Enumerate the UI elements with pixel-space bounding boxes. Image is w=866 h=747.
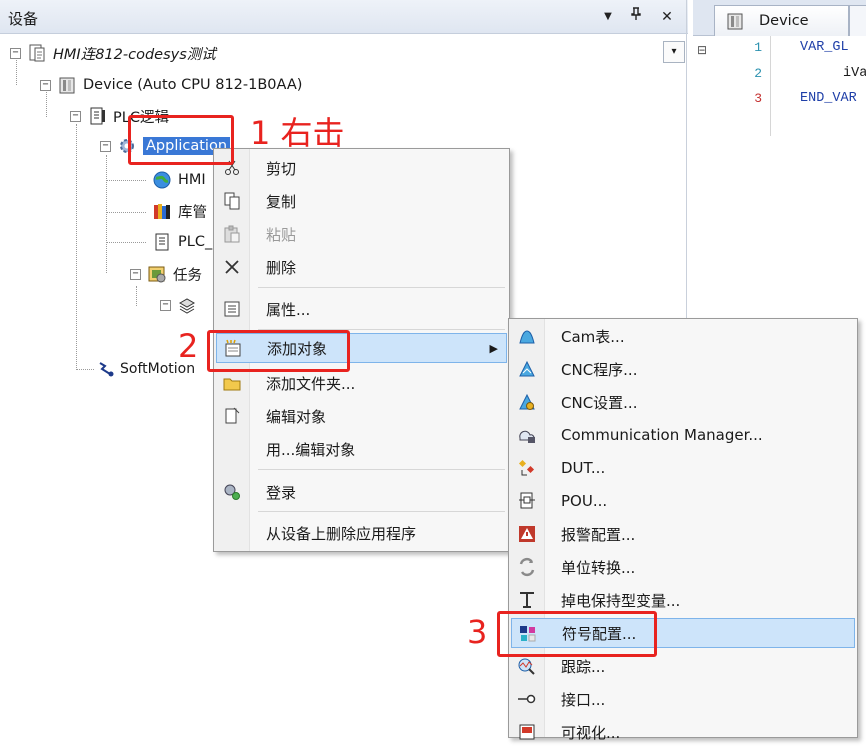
submenu-item-communication-manager[interactable]: Communication Manager... bbox=[511, 420, 855, 450]
submenu-item-dut[interactable]: DUT... bbox=[511, 453, 855, 483]
tree-item-hmi[interactable]: HMI bbox=[152, 167, 206, 193]
library-label: 库管 bbox=[178, 204, 207, 221]
submenu-arrow-icon: ▶ bbox=[489, 342, 498, 355]
plc-logic-icon bbox=[87, 106, 107, 126]
submenu-item-cam-table[interactable]: Cam表... bbox=[511, 321, 855, 351]
submenu-item-alarm-config[interactable]: 报警配置... bbox=[511, 519, 855, 549]
code-line: VAR_GL bbox=[800, 40, 849, 55]
tasks-label: 任务 bbox=[173, 267, 202, 284]
globe-icon bbox=[152, 170, 172, 190]
tree-item-plc-prg[interactable]: PLC_ bbox=[152, 229, 212, 255]
persistent-vars-icon bbox=[517, 590, 537, 610]
plc-device-icon bbox=[725, 11, 745, 31]
tree-item-task[interactable]: − bbox=[160, 292, 203, 318]
code-line: iVa bbox=[843, 66, 866, 81]
submenu-item-unit-conversion[interactable]: 单位转换... bbox=[511, 552, 855, 582]
pane-title: 设备 bbox=[8, 10, 39, 28]
tree-item-library-manager[interactable]: 库管 bbox=[152, 198, 207, 224]
annotation-step-2: 2 bbox=[178, 327, 199, 365]
submenu-item-pou[interactable]: POU... bbox=[511, 486, 855, 516]
fold-toggle-icon[interactable]: ⊟ bbox=[697, 43, 707, 57]
task-config-icon bbox=[147, 264, 167, 284]
pane-dropdown-icon[interactable]: ▼ bbox=[598, 7, 618, 27]
annotation-step-3: 3 bbox=[467, 613, 488, 651]
tree-item-device[interactable]: − Device (Auto CPU 812-1B0AA) bbox=[40, 72, 302, 98]
project-label: HMI连812-codesys测试 bbox=[53, 46, 216, 63]
hmi-label: HMI bbox=[178, 172, 206, 188]
edit-object-icon bbox=[222, 406, 242, 426]
submenu-item-cnc-program[interactable]: CNC程序... bbox=[511, 354, 855, 384]
communication-manager-icon bbox=[517, 425, 537, 445]
tab-device[interactable]: Device bbox=[714, 5, 849, 36]
library-books-icon bbox=[152, 201, 172, 221]
pou-icon bbox=[517, 491, 537, 511]
alarm-config-icon bbox=[517, 524, 537, 544]
interface-icon bbox=[517, 689, 537, 709]
task-stack-icon bbox=[177, 295, 197, 315]
tree-dropdown-button[interactable]: ▾ bbox=[663, 41, 685, 63]
tree-item-project[interactable]: − HMI连812-codesys测试 bbox=[10, 40, 216, 66]
softmotion-icon bbox=[96, 359, 116, 379]
tree-item-tasks[interactable]: − 任务 bbox=[130, 261, 202, 287]
collapse-toggle-icon[interactable]: − bbox=[100, 140, 111, 152]
cnc-program-icon bbox=[517, 359, 537, 379]
cnc-settings-icon bbox=[517, 392, 537, 412]
pin-icon[interactable] bbox=[626, 7, 646, 27]
paste-icon bbox=[222, 224, 242, 244]
line-number: 1 bbox=[754, 40, 762, 55]
menu-item-add-folder[interactable]: 添加文件夹... bbox=[216, 368, 507, 398]
line-number: 2 bbox=[754, 66, 762, 81]
cam-table-icon bbox=[517, 326, 537, 346]
submenu-item-cnc-settings[interactable]: CNC设置... bbox=[511, 387, 855, 417]
code-line: END_VAR bbox=[800, 91, 857, 106]
menu-item-login[interactable]: 登录 bbox=[216, 477, 507, 507]
annotation-box-application bbox=[128, 115, 234, 165]
dut-icon bbox=[517, 458, 537, 478]
program-document-icon bbox=[152, 232, 172, 252]
plc-prg-label: PLC_ bbox=[178, 234, 213, 250]
login-icon bbox=[222, 482, 242, 502]
collapse-toggle-icon[interactable]: − bbox=[70, 110, 81, 122]
devices-pane-header: 设备 ▼ ✕ bbox=[0, 0, 688, 34]
delete-icon bbox=[222, 257, 242, 277]
tab-next[interactable] bbox=[849, 5, 866, 36]
annotation-box-add-object bbox=[207, 330, 350, 372]
collapse-toggle-icon[interactable]: − bbox=[40, 79, 51, 91]
close-icon[interactable]: ✕ bbox=[657, 7, 677, 27]
tab-device-label: Device bbox=[759, 13, 809, 29]
annotation-step-1: 1 右击 bbox=[250, 114, 345, 152]
menu-item-paste[interactable]: 粘贴 bbox=[216, 219, 507, 249]
menu-item-delete[interactable]: 删除 bbox=[216, 252, 507, 282]
menu-item-cut[interactable]: 剪切 bbox=[216, 153, 507, 183]
device-label: Device (Auto CPU 812-1B0AA) bbox=[83, 77, 303, 93]
menu-item-properties[interactable]: 属性... bbox=[216, 294, 507, 324]
menu-item-copy[interactable]: 复制 bbox=[216, 186, 507, 216]
copy-icon bbox=[222, 191, 242, 211]
submenu-item-interface[interactable]: 接口... bbox=[511, 684, 855, 714]
visualization-icon bbox=[517, 722, 537, 742]
trace-icon bbox=[517, 656, 537, 676]
unit-conversion-icon bbox=[517, 557, 537, 577]
plc-device-icon bbox=[57, 75, 77, 95]
collapse-toggle-icon[interactable]: − bbox=[130, 268, 141, 280]
menu-item-edit-object[interactable]: 编辑对象 bbox=[216, 401, 507, 431]
menu-item-edit-object-with[interactable]: 用...编辑对象 bbox=[216, 434, 507, 464]
menu-item-remove-app[interactable]: 从设备上删除应用程序 bbox=[216, 518, 507, 548]
project-icon bbox=[27, 43, 47, 63]
annotation-box-symbol-config bbox=[497, 611, 657, 657]
submenu-item-visualization[interactable]: 可视化... bbox=[511, 717, 855, 747]
line-number: 3 bbox=[754, 91, 762, 106]
properties-icon bbox=[222, 299, 242, 319]
folder-icon bbox=[222, 373, 242, 393]
collapse-toggle-icon[interactable]: − bbox=[10, 47, 21, 59]
add-object-submenu: Cam表... CNC程序... CNC设置... Communication … bbox=[508, 318, 858, 742]
collapse-toggle-icon[interactable]: − bbox=[160, 299, 171, 311]
